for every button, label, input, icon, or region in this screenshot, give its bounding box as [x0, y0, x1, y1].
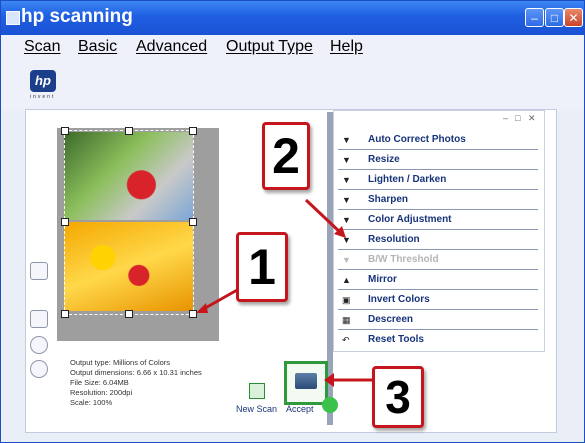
callout-2: 2: [262, 122, 310, 190]
callout-2-arrow: [304, 198, 344, 236]
callout-arrows: [196, 198, 372, 413]
callout-1: 1: [236, 232, 288, 302]
callout-1-arrowhead: [196, 303, 208, 313]
cursor-hand-icon: [322, 397, 338, 413]
callout-3: 3: [372, 366, 424, 428]
callout-3-arrowhead: [324, 373, 334, 387]
